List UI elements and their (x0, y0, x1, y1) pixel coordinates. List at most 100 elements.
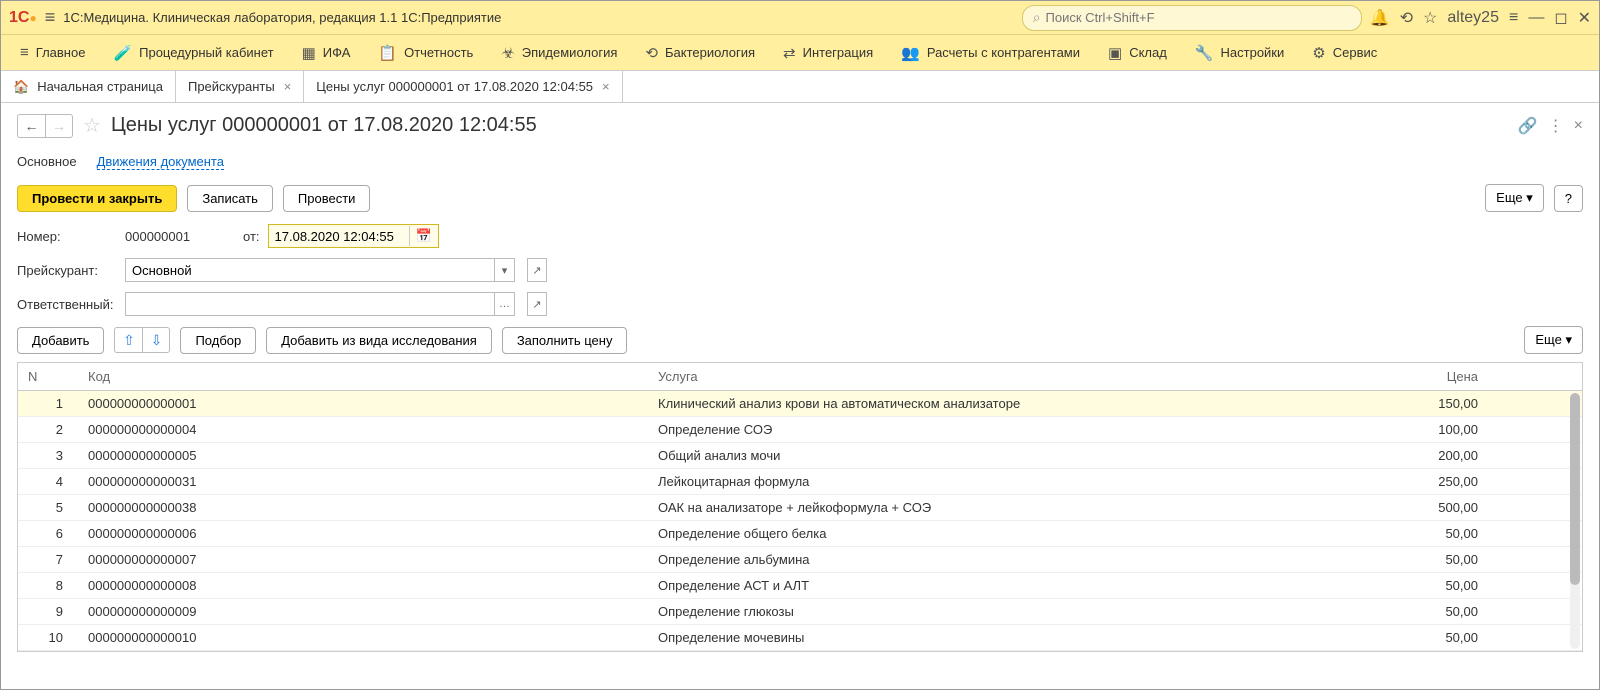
nav-item-1[interactable]: 🧪Процедурный кабинет (100, 35, 286, 70)
cell-service: ОАК на анализаторе + лейкоформула + СОЭ (648, 500, 1358, 515)
cell-n: 2 (18, 422, 78, 437)
col-header-code[interactable]: Код (78, 369, 648, 384)
nav-label: Отчетность (404, 45, 473, 60)
close-page-icon[interactable]: × (1574, 117, 1583, 135)
nav-item-7[interactable]: 👥Расчеты с контрагентами (888, 35, 1093, 70)
nav-item-8[interactable]: ▣Склад (1095, 35, 1180, 70)
nav-item-6[interactable]: ⇄Интеграция (770, 35, 886, 70)
kebab-icon[interactable]: ⋮ (1548, 116, 1564, 136)
add-from-research-button[interactable]: Добавить из вида исследования (266, 327, 492, 354)
cell-code: 000000000000008 (78, 578, 648, 593)
main-navbar: ≡ Главное 🧪Процедурный кабинет▦ИФА📋Отчетно… (1, 35, 1599, 71)
minimize-icon[interactable]: — (1528, 9, 1544, 27)
cell-price: 150,00 (1358, 396, 1498, 411)
chevron-down-icon: ▾ (1565, 332, 1572, 347)
nav-icon: 🧪 (113, 44, 132, 62)
nav-icon: ▣ (1108, 44, 1122, 62)
more-button[interactable]: Еще ▾ (1485, 184, 1544, 212)
favorite-icon[interactable]: ☆ (83, 113, 101, 138)
post-button[interactable]: Провести (283, 185, 371, 212)
tabs-bar: 🏠 Начальная страница Прейскуранты × Цены… (1, 71, 1599, 103)
table-header: N Код Услуга Цена (18, 363, 1582, 391)
link-icon[interactable]: 🔗 (1518, 116, 1538, 136)
nav-label: Настройки (1221, 45, 1285, 60)
table-row[interactable]: 8000000000000008Определение АСТ и АЛТ50,… (18, 573, 1582, 599)
col-header-price[interactable]: Цена (1358, 369, 1498, 384)
calendar-icon[interactable]: 📅 (409, 226, 438, 246)
filter-icon[interactable]: ≡ (1509, 9, 1518, 27)
number-value: 000000001 (125, 229, 235, 244)
cell-service: Определение мочевины (648, 630, 1358, 645)
table-row[interactable]: 9000000000000009Определение глюкозы50,00 (18, 599, 1582, 625)
move-up-button[interactable]: ⇧ (114, 327, 142, 353)
history-icon[interactable]: ⟲ (1400, 8, 1413, 28)
col-header-service[interactable]: Услуга (648, 369, 1358, 384)
open-ref-icon[interactable]: ↗ (527, 258, 547, 282)
nav-icon: ≡ (20, 44, 29, 61)
global-search[interactable]: ⌕ (1022, 5, 1362, 31)
nav-item-3[interactable]: 📋Отчетность (365, 35, 486, 70)
table-row[interactable]: 2000000000000004Определение СОЭ100,00 (18, 417, 1582, 443)
subtab-main[interactable]: Основное (17, 154, 77, 170)
ellipsis-icon[interactable]: … (495, 292, 515, 316)
table-row[interactable]: 10000000000000010Определение мочевины50,… (18, 625, 1582, 651)
nav-item-5[interactable]: ⟲Бактериология (632, 35, 768, 70)
cell-code: 000000000000038 (78, 500, 648, 515)
help-button[interactable]: ? (1554, 185, 1583, 212)
table-more-button[interactable]: Еще ▾ (1524, 326, 1583, 354)
date-label: от: (243, 229, 260, 244)
main-menu-icon[interactable]: ≡ (45, 7, 56, 28)
subtab-movements[interactable]: Движения документа (97, 154, 224, 170)
nav-item-2[interactable]: ▦ИФА (289, 35, 364, 70)
date-input[interactable] (269, 225, 409, 247)
table-row[interactable]: 1000000000000001Клинический анализ крови… (18, 391, 1582, 417)
home-icon: 🏠 (13, 79, 29, 95)
col-header-n[interactable]: N (18, 369, 78, 384)
scroll-thumb[interactable] (1570, 393, 1580, 585)
table-scrollbar[interactable] (1570, 393, 1580, 649)
pricelist-input[interactable] (125, 258, 495, 282)
nav-item-0[interactable]: ≡ Главное (7, 35, 98, 70)
table-row[interactable]: 5000000000000038ОАК на анализаторе + лей… (18, 495, 1582, 521)
fill-price-button[interactable]: Заполнить цену (502, 327, 628, 354)
pick-button[interactable]: Подбор (180, 327, 256, 354)
nav-item-10[interactable]: ⚙Сервис (1299, 35, 1390, 70)
cell-n: 6 (18, 526, 78, 541)
cell-code: 000000000000031 (78, 474, 648, 489)
close-window-icon[interactable]: ✕ (1578, 8, 1591, 28)
pricelist-label: Прейскурант: (17, 263, 117, 278)
table-row[interactable]: 4000000000000031Лейкоцитарная формула250… (18, 469, 1582, 495)
open-ref-icon[interactable]: ↗ (527, 292, 547, 316)
nav-forward-button[interactable]: → (45, 114, 73, 138)
nav-item-9[interactable]: 🔧Настройки (1182, 35, 1297, 70)
sub-tabs: Основное Движения документа (17, 150, 1583, 184)
search-input[interactable] (1046, 10, 1351, 25)
tab-home[interactable]: 🏠 Начальная страница (1, 71, 176, 102)
write-button[interactable]: Записать (187, 185, 273, 212)
dropdown-icon[interactable]: ▾ (495, 258, 515, 282)
maximize-icon[interactable]: ◻ (1554, 8, 1567, 28)
close-icon[interactable]: × (602, 79, 610, 94)
responsible-input[interactable] (125, 292, 495, 316)
tab-pricelists[interactable]: Прейскуранты × (176, 71, 304, 102)
table-row[interactable]: 7000000000000007Определение альбумина50,… (18, 547, 1582, 573)
nav-icon: ⟲ (645, 44, 658, 62)
tab-home-label: Начальная страница (37, 79, 163, 94)
add-button[interactable]: Добавить (17, 327, 104, 354)
user-label[interactable]: altey25 (1447, 9, 1499, 27)
table-row[interactable]: 3000000000000005Общий анализ мочи200,00 (18, 443, 1582, 469)
nav-item-4[interactable]: ☣Эпидемиология (488, 35, 630, 70)
cell-n: 1 (18, 396, 78, 411)
nav-back-button[interactable]: ← (17, 114, 45, 138)
close-icon[interactable]: × (284, 79, 292, 94)
post-close-button[interactable]: Провести и закрыть (17, 185, 177, 212)
cell-code: 000000000000007 (78, 552, 648, 567)
move-down-button[interactable]: ⇩ (142, 327, 170, 353)
tab-document[interactable]: Цены услуг 000000001 от 17.08.2020 12:04… (304, 71, 622, 102)
table-row[interactable]: 6000000000000006Определение общего белка… (18, 521, 1582, 547)
nav-label: Главное (36, 45, 86, 60)
star-icon[interactable]: ☆ (1423, 8, 1437, 28)
cell-n: 8 (18, 578, 78, 593)
cell-service: Определение альбумина (648, 552, 1358, 567)
bell-icon[interactable]: 🔔 (1370, 8, 1390, 28)
